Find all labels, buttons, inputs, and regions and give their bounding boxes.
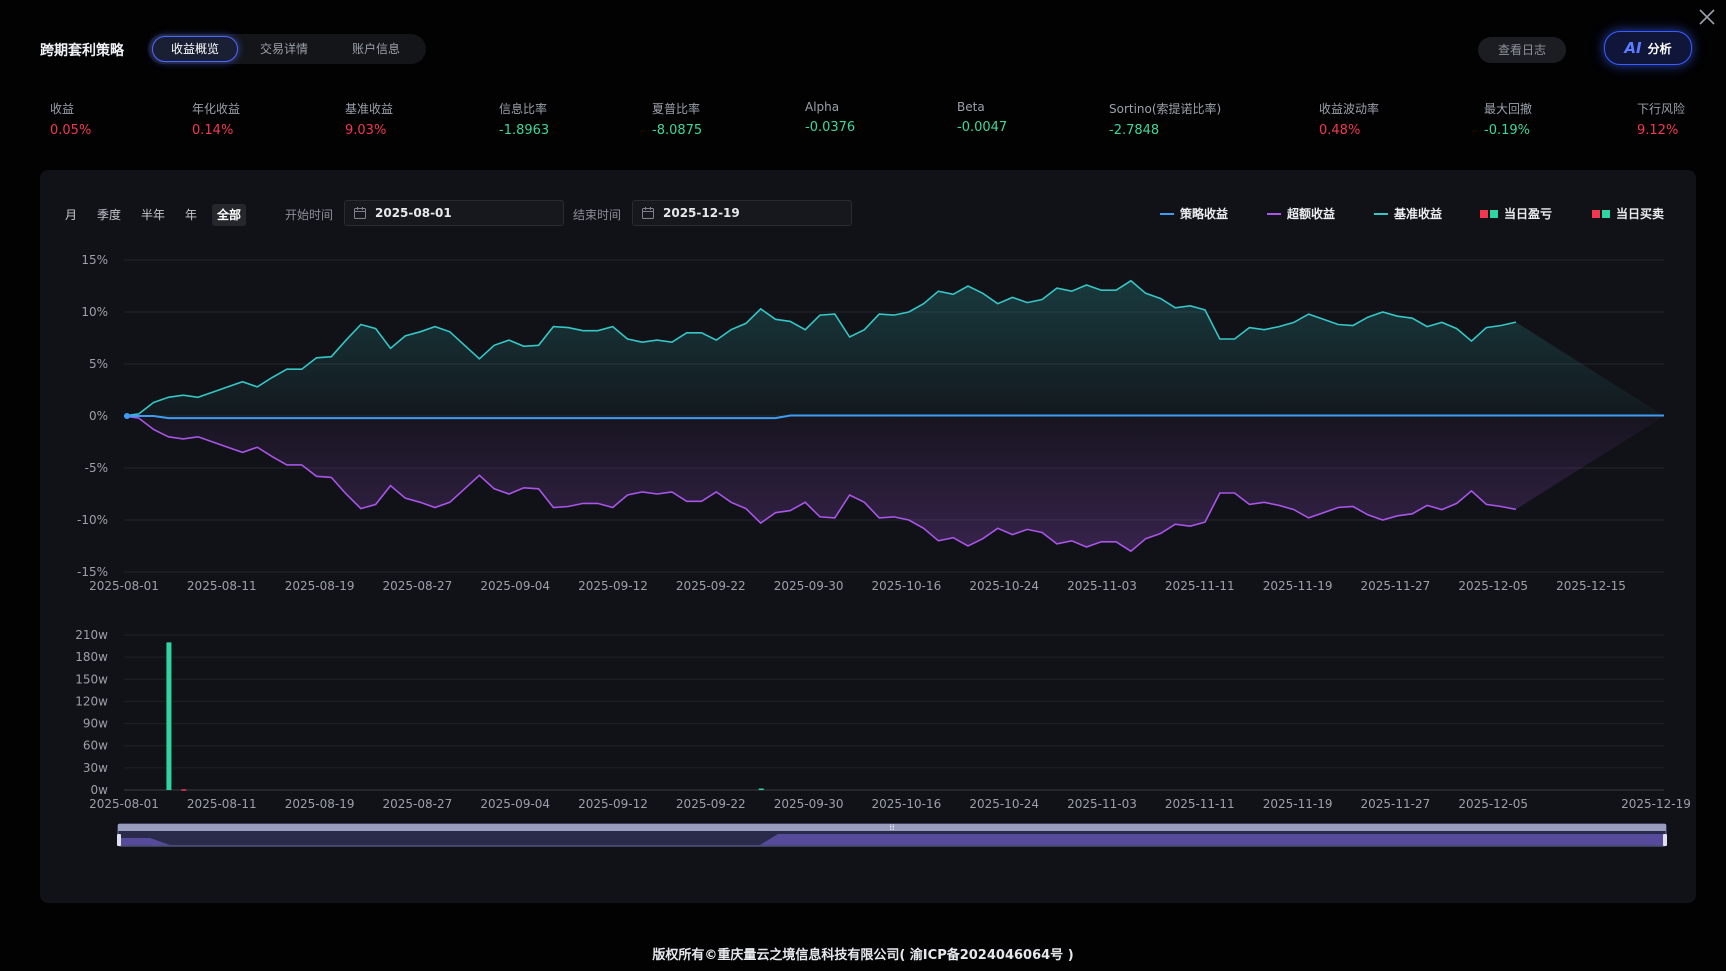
y-tick-label: 5% bbox=[89, 357, 108, 371]
x-tick-label: 2025-11-19 bbox=[1263, 797, 1333, 811]
y-tick-label: -5% bbox=[85, 461, 108, 475]
x-tick-label: 2025-08-27 bbox=[383, 797, 453, 811]
x-tick-label: 2025-09-04 bbox=[480, 797, 550, 811]
y-tick-label: -10% bbox=[77, 513, 108, 527]
daily-bar bbox=[166, 642, 172, 790]
x-tick-label: 2025-10-24 bbox=[969, 797, 1039, 811]
x-tick-label: 2025-09-12 bbox=[578, 797, 648, 811]
zoom-slider[interactable]: ⁞⁞ bbox=[117, 823, 1667, 847]
x-tick-label: 2025-11-03 bbox=[1067, 579, 1137, 593]
x-tick-label: 2025-11-19 bbox=[1263, 579, 1333, 593]
x-tick-label: 2025-10-16 bbox=[872, 579, 942, 593]
y-tick-label: 210w bbox=[75, 628, 108, 642]
x-tick-label: 2025-09-04 bbox=[480, 579, 550, 593]
x-tick-label: 2025-09-12 bbox=[578, 579, 648, 593]
y-tick-label: -15% bbox=[77, 565, 108, 579]
x-tick-label: 2025-10-24 bbox=[969, 579, 1039, 593]
x-tick-label: 2025-12-05 bbox=[1458, 797, 1528, 811]
x-tick-label: 2025-11-27 bbox=[1361, 579, 1431, 593]
x-tick-label: 2025-09-22 bbox=[676, 579, 746, 593]
y-tick-label: 0% bbox=[89, 409, 108, 423]
zoom-right-handle[interactable] bbox=[1663, 834, 1667, 846]
y-tick-label: 60w bbox=[83, 739, 108, 753]
copyright-footer: 版权所有©重庆量云之境信息科技有限公司( 渝ICP备2024046064号 ) bbox=[652, 948, 1074, 963]
y-tick-label: 120w bbox=[75, 694, 108, 708]
benchmark-area bbox=[124, 280, 1664, 416]
x-tick-label: 2025-11-11 bbox=[1165, 579, 1235, 593]
start-marker bbox=[124, 413, 130, 419]
y-tick-label: 90w bbox=[83, 717, 108, 731]
daily-bar bbox=[181, 789, 187, 791]
x-tick-label: 2025-08-11 bbox=[187, 579, 257, 593]
x-tick-label: 2025-08-27 bbox=[383, 579, 453, 593]
charts-canvas: 15% 10% 5% 0% -5% -10% -15% 2025-08-01 2025-08-… bbox=[75, 253, 1691, 847]
x-tick-label: 2025-08-01 bbox=[89, 797, 159, 811]
excess-area bbox=[124, 416, 1664, 552]
x-tick-label: 2025-11-27 bbox=[1361, 797, 1431, 811]
x-tick-label: 2025-12-19 bbox=[1621, 797, 1691, 811]
x-tick-label: 2025-08-19 bbox=[285, 579, 355, 593]
x-tick-label: 2025-09-22 bbox=[676, 797, 746, 811]
y-tick-label: 180w bbox=[75, 650, 108, 664]
y-tick-label: 150w bbox=[75, 672, 108, 686]
x-tick-label: 2025-09-30 bbox=[774, 797, 844, 811]
x-tick-label: 2025-11-03 bbox=[1067, 797, 1137, 811]
x-tick-label: 2025-08-11 bbox=[187, 797, 257, 811]
y-tick-label: 10% bbox=[81, 305, 108, 319]
x-tick-label: 2025-08-01 bbox=[89, 579, 159, 593]
x-tick-label: 2025-11-11 bbox=[1165, 797, 1235, 811]
zoom-grip-icon: ⁞⁞ bbox=[889, 823, 894, 832]
y-tick-label: 0w bbox=[91, 783, 109, 797]
y-tick-label: 15% bbox=[81, 253, 108, 267]
x-tick-label: 2025-08-19 bbox=[285, 797, 355, 811]
x-tick-label: 2025-09-30 bbox=[774, 579, 844, 593]
daily-bar bbox=[758, 788, 764, 791]
x-tick-label: 2025-12-05 bbox=[1458, 579, 1528, 593]
zoom-left-handle[interactable] bbox=[117, 834, 121, 846]
y-tick-label: 30w bbox=[83, 761, 108, 775]
x-tick-label: 2025-12-15 bbox=[1556, 579, 1626, 593]
x-tick-label: 2025-10-16 bbox=[872, 797, 942, 811]
